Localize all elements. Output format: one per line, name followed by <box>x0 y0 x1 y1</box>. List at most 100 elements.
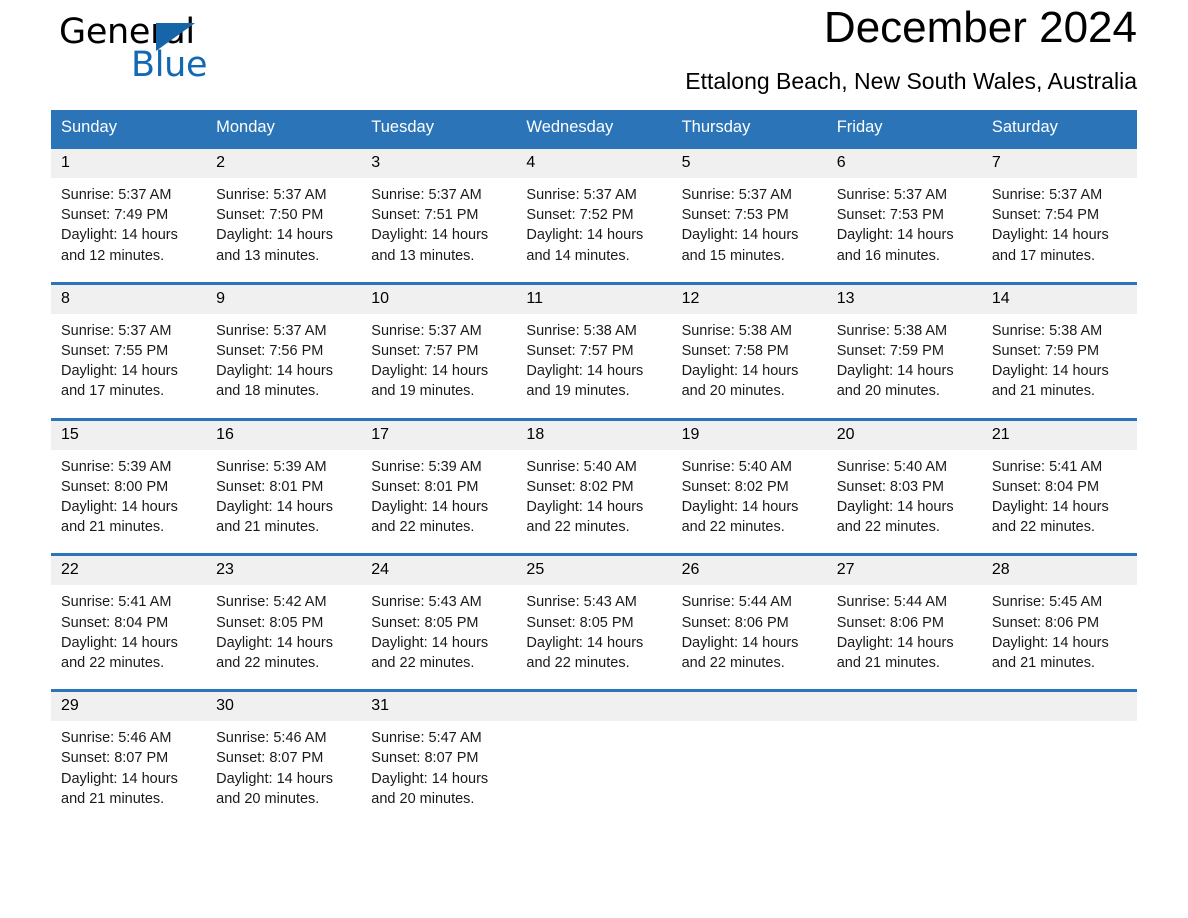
day-cell[interactable]: 25 Sunrise: 5:43 AM Sunset: 8:05 PM Dayl… <box>516 553 672 691</box>
weekday-header-wednesday: Wednesday <box>516 110 672 148</box>
day-cell-empty <box>981 689 1137 826</box>
day-number: 6 <box>826 149 982 178</box>
day-number: 10 <box>361 284 517 314</box>
sunset-text: Sunset: 8:00 PM <box>61 478 169 495</box>
day-cell[interactable]: 18 Sunrise: 5:40 AM Sunset: 8:02 PM Dayl… <box>516 417 672 555</box>
day-cell[interactable]: 20 Sunrise: 5:40 AM Sunset: 8:03 PM Dayl… <box>826 417 982 555</box>
sunrise-text: Sunrise: 5:46 AM <box>216 730 327 747</box>
sunrise-text: Sunrise: 5:38 AM <box>681 322 792 339</box>
day-cell[interactable]: 9 Sunrise: 5:37 AM Sunset: 7:56 PM Dayli… <box>206 281 362 420</box>
daylight-text: Daylight: 14 hours and 22 minutes. <box>371 634 489 672</box>
daylight-text: Daylight: 14 hours and 19 minutes. <box>371 363 489 400</box>
day-cell[interactable]: 21 Sunrise: 5:41 AM Sunset: 8:04 PM Dayl… <box>981 417 1137 555</box>
sunrise-text: Sunrise: 5:37 AM <box>526 187 637 203</box>
sunrise-text: Sunrise: 5:43 AM <box>526 594 637 611</box>
daylight-text: Daylight: 14 hours and 22 minutes. <box>526 499 644 536</box>
sunrise-text: Sunrise: 5:37 AM <box>216 322 327 339</box>
day-cell[interactable]: 13 Sunrise: 5:38 AM Sunset: 7:59 PM Dayl… <box>826 281 982 420</box>
day-details: Sunrise: 5:37 AM Sunset: 7:53 PM Dayligh… <box>827 178 982 282</box>
sunset-text: Sunset: 7:49 PM <box>61 207 169 224</box>
day-cell[interactable]: 10 Sunrise: 5:37 AM Sunset: 7:57 PM Dayl… <box>361 281 517 420</box>
day-cell[interactable]: 16 Sunrise: 5:39 AM Sunset: 8:01 PM Dayl… <box>206 417 362 555</box>
sunset-text: Sunset: 8:06 PM <box>681 614 789 631</box>
day-details: Sunrise: 5:37 AM Sunset: 7:56 PM Dayligh… <box>206 314 361 418</box>
day-cell[interactable]: 8 Sunrise: 5:37 AM Sunset: 7:55 PM Dayli… <box>51 281 207 420</box>
weekday-header-row: Sunday Monday Tuesday Wednesday Thursday… <box>51 110 1137 148</box>
generalblue-logo[interactable]: General Blue <box>59 12 259 90</box>
page-title: December 2024 <box>823 3 1137 52</box>
daylight-text: Daylight: 14 hours and 16 minutes. <box>836 227 954 264</box>
day-number: 4 <box>516 149 672 178</box>
day-cell[interactable]: 1 Sunrise: 5:37 AM Sunset: 7:49 PM Dayli… <box>51 146 207 284</box>
sunrise-text: Sunrise: 5:47 AM <box>371 730 482 747</box>
day-cell[interactable]: 29 Sunrise: 5:46 AM Sunset: 8:07 PM Dayl… <box>51 689 207 826</box>
day-cell[interactable]: 22 Sunrise: 5:41 AM Sunset: 8:04 PM Dayl… <box>51 553 207 691</box>
daylight-text: Daylight: 14 hours and 20 minutes. <box>836 363 954 400</box>
day-number: 22 <box>51 556 207 586</box>
day-cell[interactable]: 23 Sunrise: 5:42 AM Sunset: 8:05 PM Dayl… <box>206 553 362 691</box>
day-number: 9 <box>206 284 362 314</box>
sunset-text: Sunset: 7:56 PM <box>216 343 324 360</box>
day-cell[interactable]: 4 Sunrise: 5:37 AM Sunset: 7:52 PM Dayli… <box>516 146 672 284</box>
day-cell[interactable]: 24 Sunrise: 5:43 AM Sunset: 8:05 PM Dayl… <box>361 553 517 691</box>
day-cell[interactable]: 7 Sunrise: 5:37 AM Sunset: 7:54 PM Dayli… <box>981 146 1137 284</box>
day-details: Sunrise: 5:40 AM Sunset: 8:02 PM Dayligh… <box>672 450 827 554</box>
day-cell[interactable]: 31 Sunrise: 5:47 AM Sunset: 8:07 PM Dayl… <box>361 689 517 826</box>
day-number: 19 <box>671 420 827 450</box>
daylight-text: Daylight: 14 hours and 21 minutes. <box>991 634 1109 672</box>
day-details: Sunrise: 5:37 AM Sunset: 7:51 PM Dayligh… <box>361 178 516 282</box>
sunrise-text: Sunrise: 5:39 AM <box>371 458 482 475</box>
daylight-text: Daylight: 14 hours and 18 minutes. <box>216 363 334 400</box>
day-cell-empty <box>516 689 672 826</box>
day-number: 24 <box>361 556 517 586</box>
day-cell[interactable]: 3 Sunrise: 5:37 AM Sunset: 7:51 PM Dayli… <box>361 146 517 284</box>
day-details: Sunrise: 5:37 AM Sunset: 7:54 PM Dayligh… <box>982 178 1137 282</box>
day-number: 2 <box>206 149 362 178</box>
daylight-text: Daylight: 14 hours and 19 minutes. <box>526 363 644 400</box>
daylight-text: Daylight: 14 hours and 15 minutes. <box>681 227 799 264</box>
week-row: 1 Sunrise: 5:37 AM Sunset: 7:49 PM Dayli… <box>51 146 1137 284</box>
day-cell[interactable]: 27 Sunrise: 5:44 AM Sunset: 8:06 PM Dayl… <box>826 553 982 691</box>
day-cell[interactable]: 12 Sunrise: 5:38 AM Sunset: 7:58 PM Dayl… <box>671 281 827 420</box>
day-details: Sunrise: 5:38 AM Sunset: 7:57 PM Dayligh… <box>516 314 671 418</box>
day-cell[interactable]: 30 Sunrise: 5:46 AM Sunset: 8:07 PM Dayl… <box>206 689 362 826</box>
daylight-text: Daylight: 14 hours and 21 minutes. <box>216 499 334 536</box>
day-number <box>671 692 827 722</box>
day-details: Sunrise: 5:46 AM Sunset: 8:07 PM Dayligh… <box>51 721 206 825</box>
sunset-text: Sunset: 8:04 PM <box>991 478 1100 495</box>
day-details: Sunrise: 5:40 AM Sunset: 8:02 PM Dayligh… <box>516 450 671 554</box>
sunrise-text: Sunrise: 5:40 AM <box>836 458 948 475</box>
sunrise-text: Sunrise: 5:38 AM <box>526 322 637 339</box>
day-cell[interactable]: 19 Sunrise: 5:40 AM Sunset: 8:02 PM Dayl… <box>671 417 827 555</box>
daylight-text: Daylight: 14 hours and 21 minutes. <box>991 363 1109 400</box>
sunrise-text: Sunrise: 5:37 AM <box>836 187 948 203</box>
sunrise-text: Sunrise: 5:40 AM <box>526 458 637 475</box>
day-cell[interactable]: 2 Sunrise: 5:37 AM Sunset: 7:50 PM Dayli… <box>206 146 362 284</box>
weekday-header-thursday: Thursday <box>671 110 827 148</box>
day-cell[interactable]: 6 Sunrise: 5:37 AM Sunset: 7:53 PM Dayli… <box>826 146 982 284</box>
sunset-text: Sunset: 8:05 PM <box>371 614 479 631</box>
sunset-text: Sunset: 8:03 PM <box>836 478 944 495</box>
daylight-text: Daylight: 14 hours and 20 minutes. <box>371 770 489 807</box>
day-cell[interactable]: 17 Sunrise: 5:39 AM Sunset: 8:01 PM Dayl… <box>361 417 517 555</box>
daylight-text: Daylight: 14 hours and 22 minutes. <box>371 499 489 536</box>
day-cell[interactable]: 28 Sunrise: 5:45 AM Sunset: 8:06 PM Dayl… <box>981 553 1137 691</box>
day-cell[interactable]: 15 Sunrise: 5:39 AM Sunset: 8:00 PM Dayl… <box>51 417 207 555</box>
day-cell[interactable]: 14 Sunrise: 5:38 AM Sunset: 7:59 PM Dayl… <box>981 281 1137 420</box>
sunset-text: Sunset: 8:06 PM <box>836 614 944 631</box>
day-details: Sunrise: 5:38 AM Sunset: 7:58 PM Dayligh… <box>672 314 827 418</box>
week-row: 8 Sunrise: 5:37 AM Sunset: 7:55 PM Dayli… <box>51 281 1137 420</box>
day-details: Sunrise: 5:46 AM Sunset: 8:07 PM Dayligh… <box>206 721 361 825</box>
sunset-text: Sunset: 8:07 PM <box>61 750 169 767</box>
week-row: 29 Sunrise: 5:46 AM Sunset: 8:07 PM Dayl… <box>51 689 1137 826</box>
day-number: 14 <box>981 284 1137 314</box>
day-cell[interactable]: 11 Sunrise: 5:38 AM Sunset: 7:57 PM Dayl… <box>516 281 672 420</box>
day-cell[interactable]: 26 Sunrise: 5:44 AM Sunset: 8:06 PM Dayl… <box>671 553 827 691</box>
calendar-page: General Blue December 2024 Ettalong Beac… <box>0 0 1188 918</box>
weekday-header-tuesday: Tuesday <box>361 110 517 148</box>
daylight-text: Daylight: 14 hours and 22 minutes. <box>681 499 799 536</box>
daylight-text: Daylight: 14 hours and 22 minutes. <box>991 499 1109 536</box>
sunrise-text: Sunrise: 5:41 AM <box>991 458 1103 475</box>
daylight-text: Daylight: 14 hours and 21 minutes. <box>61 499 178 536</box>
day-cell[interactable]: 5 Sunrise: 5:37 AM Sunset: 7:53 PM Dayli… <box>671 146 827 284</box>
